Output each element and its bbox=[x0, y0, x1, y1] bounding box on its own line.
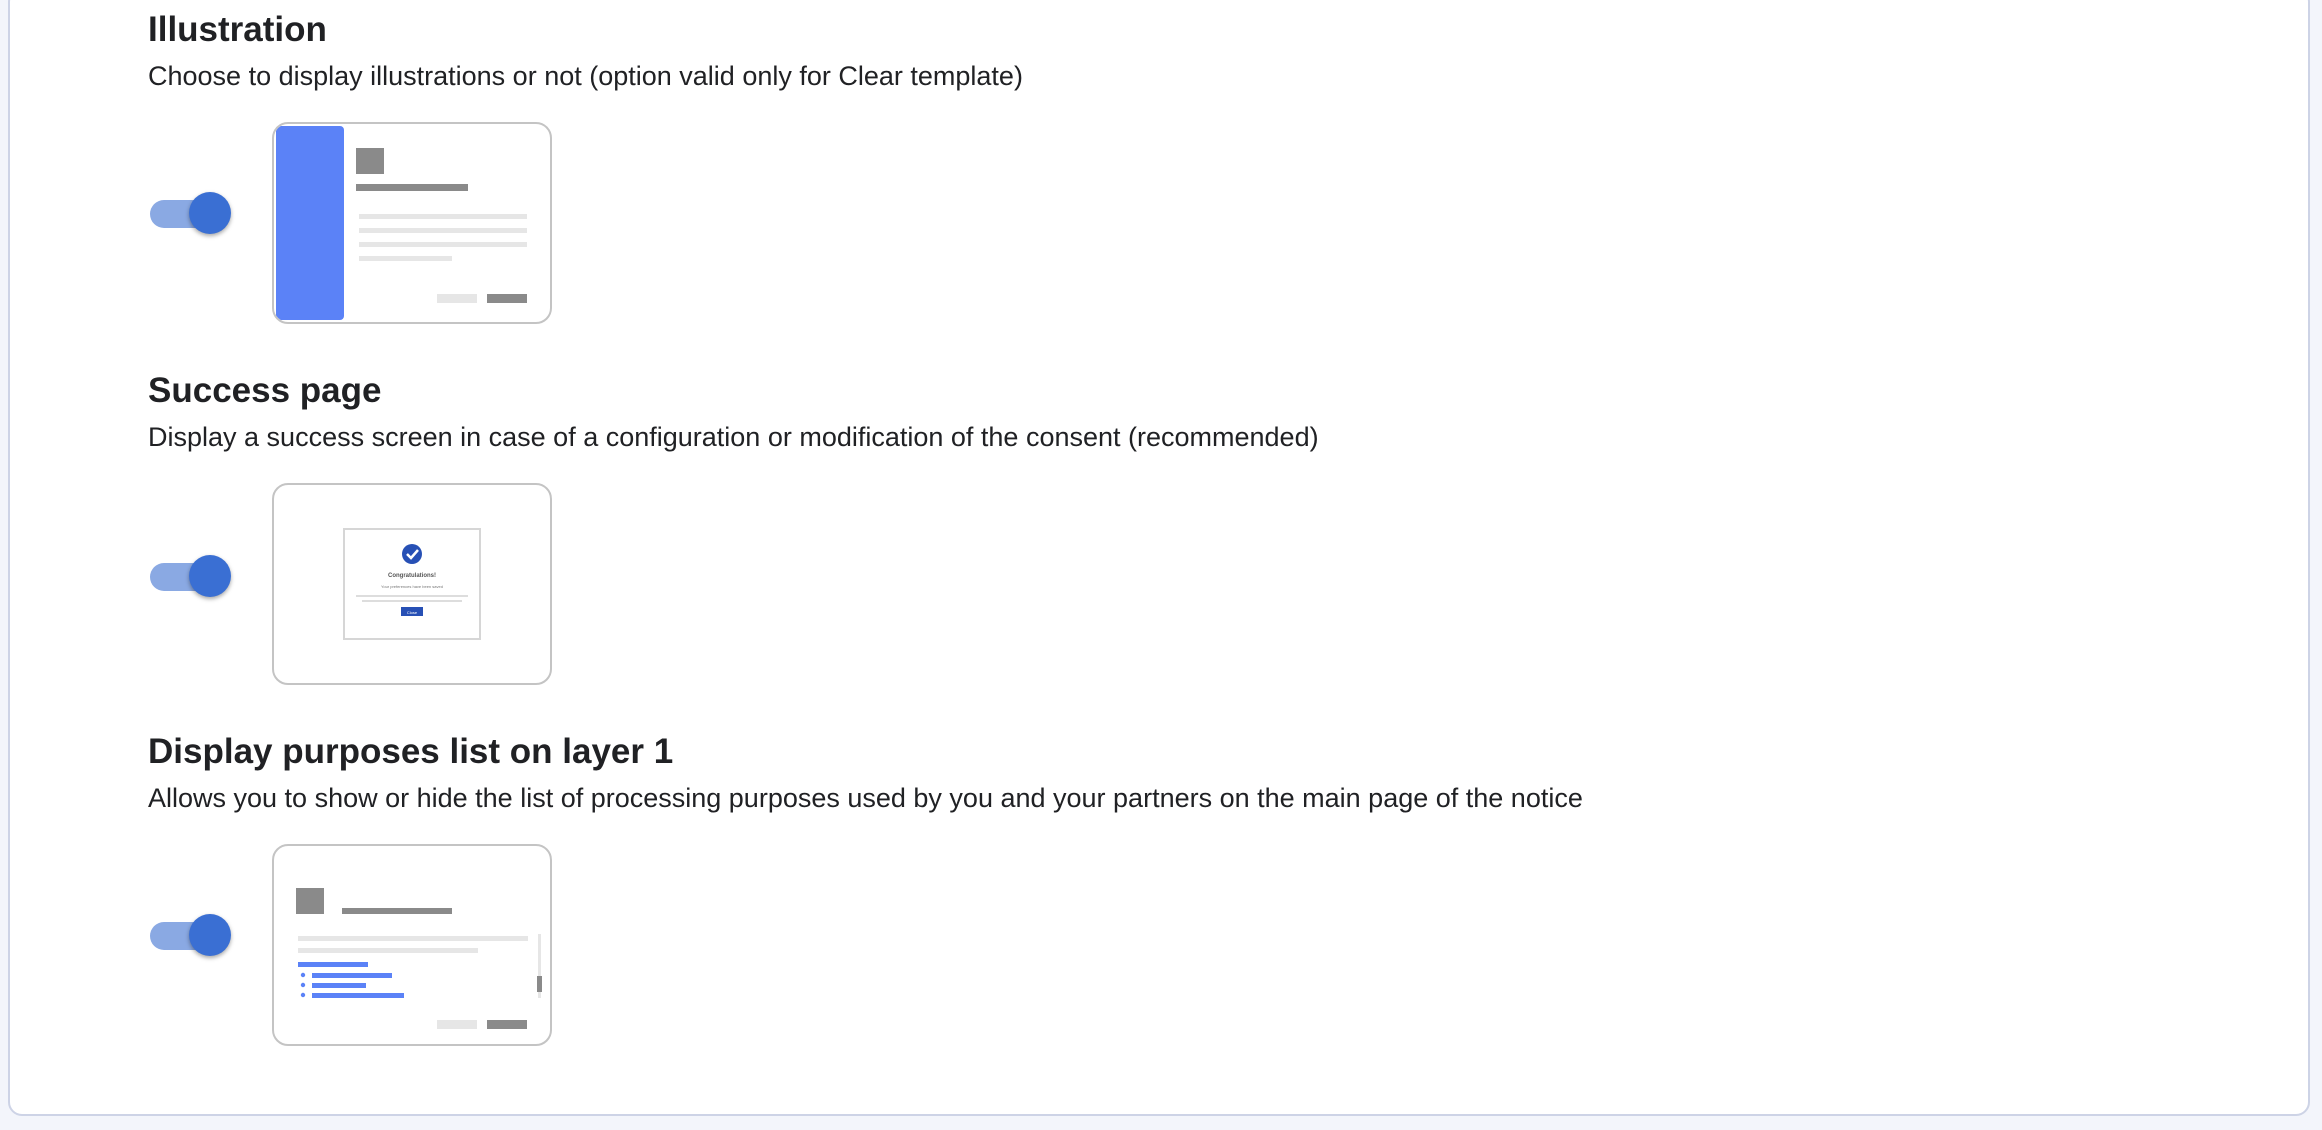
illustration-preview-icon bbox=[272, 122, 552, 324]
success-preview-subheading: Your preferences have been saved bbox=[381, 584, 443, 589]
toggle-knob bbox=[189, 914, 231, 956]
toggle-knob bbox=[189, 555, 231, 597]
section-description: Choose to display illustrations or not (… bbox=[148, 61, 1023, 91]
section-title: Success page bbox=[148, 371, 382, 410]
success-page-toggle[interactable] bbox=[150, 551, 231, 601]
purposes-list-preview-icon bbox=[272, 844, 552, 1046]
settings-card: Illustration Choose to display illustrat… bbox=[8, 0, 2310, 1116]
section-title: Display purposes list on layer 1 bbox=[148, 732, 674, 771]
success-page-preview-icon: Congratulations! Your preferences have b… bbox=[272, 483, 552, 685]
success-preview-heading: Congratulations! bbox=[388, 573, 436, 579]
purposes-list-toggle[interactable] bbox=[150, 910, 231, 960]
toggle-knob bbox=[189, 192, 231, 234]
success-preview-button: Close bbox=[407, 610, 418, 615]
section-description: Display a success screen in case of a co… bbox=[148, 422, 1319, 452]
section-title: Illustration bbox=[148, 10, 327, 49]
illustration-toggle[interactable] bbox=[150, 188, 231, 238]
section-description: Allows you to show or hide the list of p… bbox=[148, 783, 1583, 813]
